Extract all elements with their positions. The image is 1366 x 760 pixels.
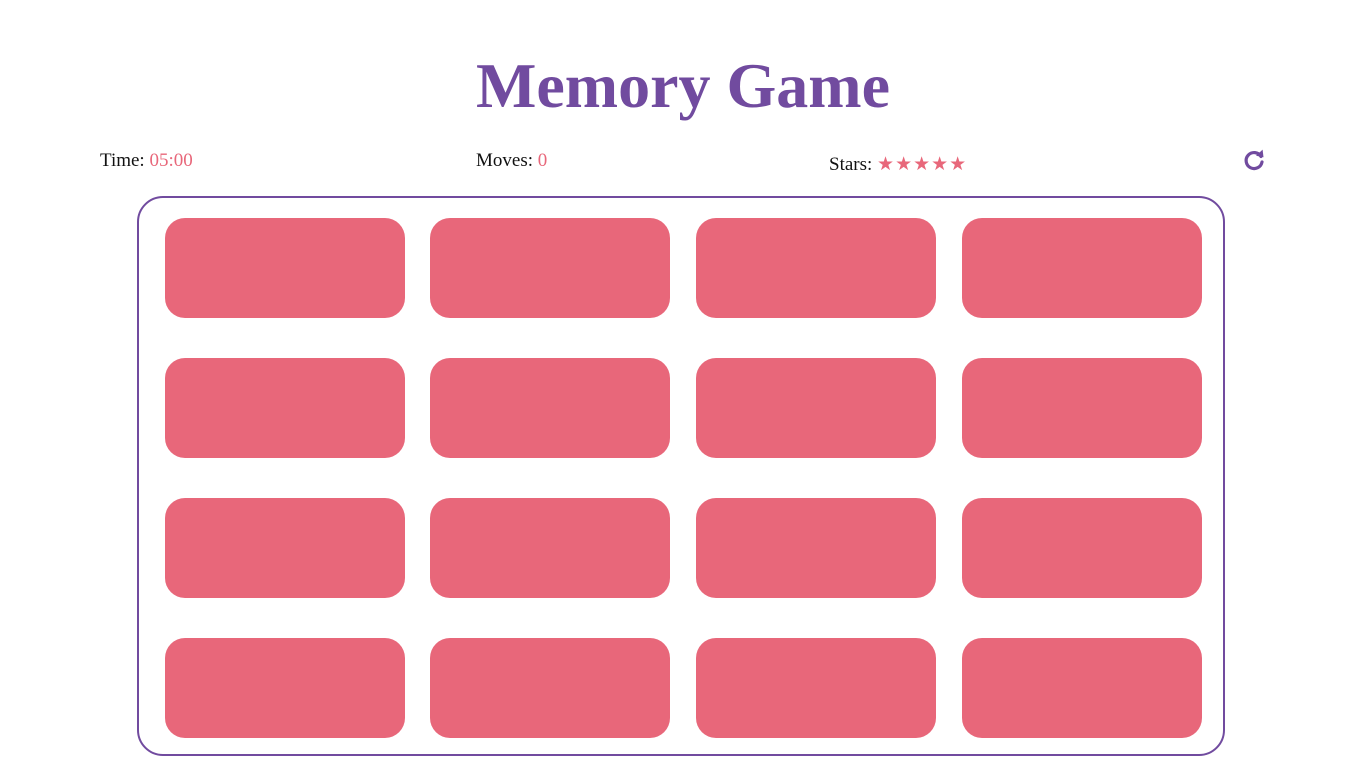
timer: Time: 05:00 xyxy=(100,150,193,172)
moves-label: Moves: xyxy=(476,150,533,171)
memory-card[interactable] xyxy=(962,358,1202,458)
memory-card[interactable] xyxy=(165,218,405,318)
time-label: Time: xyxy=(100,150,145,171)
time-value: 05:00 xyxy=(149,150,193,171)
memory-card[interactable] xyxy=(962,638,1202,738)
memory-card[interactable] xyxy=(430,358,670,458)
move-counter: Moves: 0 xyxy=(476,150,547,172)
page-title: Memory Game xyxy=(475,50,891,121)
moves-value: 0 xyxy=(537,150,548,171)
memory-card[interactable] xyxy=(165,498,405,598)
game-board xyxy=(137,196,1225,756)
restart-button[interactable] xyxy=(1240,146,1268,174)
memory-card[interactable] xyxy=(165,358,405,458)
memory-card[interactable] xyxy=(165,638,405,738)
restart-icon xyxy=(1244,149,1264,171)
memory-card[interactable] xyxy=(696,638,936,738)
stars-label: Stars: xyxy=(829,154,873,175)
memory-card[interactable] xyxy=(962,498,1202,598)
memory-card[interactable] xyxy=(430,498,670,598)
memory-card[interactable] xyxy=(430,638,670,738)
memory-card[interactable] xyxy=(696,218,936,318)
memory-card[interactable] xyxy=(696,358,936,458)
memory-card[interactable] xyxy=(430,218,670,318)
memory-card[interactable] xyxy=(696,498,936,598)
star-rating: Stars: ★★★★★ xyxy=(829,154,967,176)
stars-value: ★★★★★ xyxy=(877,154,968,175)
memory-card[interactable] xyxy=(962,218,1202,318)
